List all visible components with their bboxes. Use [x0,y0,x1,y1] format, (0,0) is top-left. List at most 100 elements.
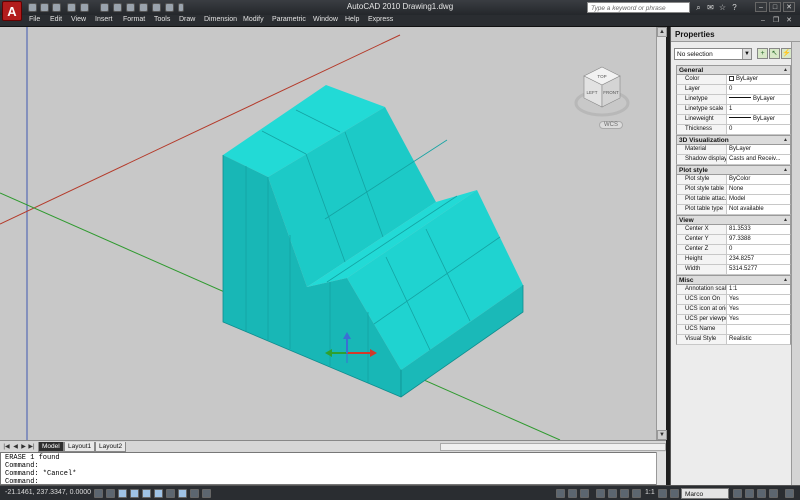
polar-tracking-icon[interactable] [130,489,139,498]
property-row-ucs-icon-at-origin[interactable]: UCS icon at originYes [676,305,791,315]
chevron-down-icon[interactable]: ▼ [742,49,751,59]
property-row-center-x[interactable]: Center X 81.3533 [676,225,791,235]
property-row-center-z[interactable]: Center Z0 [676,245,791,255]
workspace-switcher[interactable]: Marco Morandi [681,488,729,499]
viewcube[interactable]: TOP LEFT FRONT [572,61,632,123]
property-value[interactable]: Realistic [727,335,790,344]
communication-center-icon[interactable]: ✉ [706,3,715,12]
scroll-down-icon[interactable]: ▼ [657,430,667,440]
property-row-linetype-scale[interactable]: Linetype scale 1 [676,105,791,115]
palette-side-bar[interactable] [791,42,800,485]
drawing-minimize-button[interactable]: – [759,17,767,25]
property-row-material[interactable]: Material ByLayer [676,145,791,155]
menu-tools[interactable]: Tools [154,16,170,23]
property-value[interactable]: 0 [727,245,790,254]
menu-format[interactable]: Format [123,16,145,23]
isolate-objects-icon[interactable] [757,489,766,498]
section-plot-style[interactable]: Plot style ▲ [676,165,791,175]
property-row-shadow-display[interactable]: Shadow display Casts and Receiv... [676,155,791,165]
toggle-pickadd-icon[interactable]: + [757,48,768,59]
collapse-icon[interactable]: ▲ [783,276,788,285]
property-value[interactable] [727,325,790,334]
search-icon[interactable]: ⌕ [694,3,703,12]
drawing-restore-button[interactable]: ❐ [772,17,780,25]
favorites-icon[interactable]: ☆ [718,3,727,12]
annotation-visibility-icon[interactable] [658,489,667,498]
property-value[interactable]: 97.3388 [727,235,790,244]
property-value[interactable]: 0 [727,85,790,94]
maximize-button[interactable]: □ [769,2,781,12]
property-value[interactable]: Yes [727,305,790,314]
lineweight-icon[interactable] [190,489,199,498]
property-row-plot-table-attac[interactable]: Plot table attac... Model [676,195,791,205]
steeringwheel-icon[interactable] [620,489,629,498]
menu-dimension[interactable]: Dimension [204,16,237,23]
property-value[interactable]: 0 [727,125,790,134]
prev-tab-icon[interactable]: ◀ [12,443,19,451]
scroll-up-icon[interactable]: ▲ [657,27,667,37]
command-line[interactable]: ERASE 1 found Command: Command: *Cancel*… [0,452,666,486]
coordinate-readout[interactable]: -21.1461, 237.3347, 0.0000 [5,489,91,496]
dynamic-ucs-icon[interactable] [166,489,175,498]
dynamic-input-icon[interactable] [178,489,187,498]
menu-draw[interactable]: Draw [179,16,195,23]
tab-model[interactable]: Model [38,442,64,452]
property-value[interactable]: ByLayer [727,145,790,154]
property-row-center-y[interactable]: Center Y 97.3388 [676,235,791,245]
quick-properties-icon[interactable] [202,489,211,498]
property-row-width[interactable]: Width 5314.5277 [676,265,791,275]
property-value[interactable]: ByLayer [727,115,790,124]
showmotion-icon[interactable] [632,489,641,498]
property-row-visual-style[interactable]: Visual Style Realistic [676,335,791,345]
minimize-button[interactable]: – [755,2,767,12]
property-row-plot-style[interactable]: Plot style ByColor [676,175,791,185]
property-value[interactable]: Not available [727,205,790,214]
property-row-height[interactable]: Height 234.8257 [676,255,791,265]
property-value[interactable]: ByColor [727,175,790,184]
menu-edit[interactable]: Edit [50,16,62,23]
palette-title[interactable]: Properties [671,27,800,42]
property-value[interactable]: Yes [727,315,790,324]
property-row-ucs-name[interactable]: UCS Name [676,325,791,335]
object-snap-tracking-icon[interactable] [154,489,163,498]
property-value[interactable]: 81.3533 [727,225,790,234]
status-menu-icon[interactable] [769,489,778,498]
property-value[interactable]: Model [727,195,790,204]
property-value[interactable]: 1:1 [727,285,790,294]
wcs-menu[interactable]: WCS [599,121,623,129]
collapse-icon[interactable]: ▲ [783,166,788,175]
collapse-icon[interactable]: ▲ [783,136,788,145]
property-row-plot-style-table[interactable]: Plot style table None [676,185,791,195]
property-value[interactable]: 1 [727,105,790,114]
property-row-ucs-per-viewport[interactable]: UCS per viewportYes [676,315,791,325]
property-value[interactable]: 234.8257 [727,255,790,264]
collapse-icon[interactable]: ▲ [783,66,788,75]
property-value[interactable]: 5314.5277 [727,265,790,274]
snap-mode-icon[interactable] [94,489,103,498]
model-space-icon[interactable] [556,489,565,498]
property-row-ucs-icon-on[interactable]: UCS icon On Yes [676,295,791,305]
auto-scale-icon[interactable] [670,489,679,498]
annotation-scale[interactable]: 1:1 [645,489,655,496]
menu-modify[interactable]: Modify [243,16,264,23]
drawing-close-button[interactable]: ✕ [785,17,793,25]
property-value[interactable]: Yes [727,295,790,304]
horizontal-scrollbar[interactable] [440,443,666,451]
application-menu-button[interactable]: A [2,1,22,21]
property-value[interactable]: Casts and Receiv... [727,155,790,164]
property-row-annotation-scale[interactable]: Annotation scale 1:1 [676,285,791,295]
menu-parametric[interactable]: Parametric [272,16,306,23]
property-row-layer[interactable]: Layer 0 [676,85,791,95]
pan-status-icon[interactable] [596,489,605,498]
quick-view-drawings-icon[interactable] [580,489,589,498]
section-misc[interactable]: Misc ▲ [676,275,791,285]
next-tab-icon[interactable]: ▶ [20,443,27,451]
first-tab-icon[interactable]: |◀ [3,443,10,451]
property-value[interactable]: ByLayer [727,95,790,104]
drawing-canvas[interactable] [0,27,656,440]
tab-layout1[interactable]: Layout1 [64,442,96,452]
zoom-status-icon[interactable] [608,489,617,498]
object-snap-icon[interactable] [142,489,151,498]
command-scrollbar[interactable] [656,452,666,485]
menu-window[interactable]: Window [313,16,338,23]
